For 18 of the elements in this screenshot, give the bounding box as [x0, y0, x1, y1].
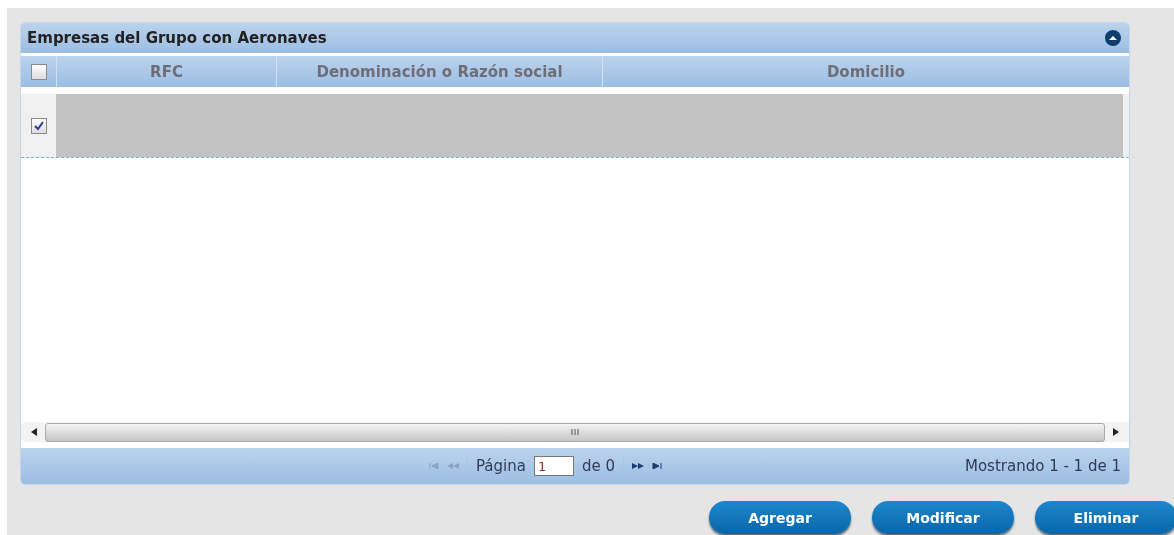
column-header[interactable]: Domicilio	[602, 56, 1129, 87]
scroll-left-icon[interactable]	[31, 428, 37, 436]
page-count: de 0	[581, 457, 615, 475]
action-button[interactable]: Modificar	[872, 501, 1014, 534]
record-count: Mostrando 1 - 1 de 1	[965, 457, 1121, 475]
action-button[interactable]: Agregar	[709, 501, 851, 534]
row-checkbox[interactable]	[30, 117, 47, 134]
select-all-checkbox[interactable]	[30, 63, 47, 80]
last-page-icon[interactable]	[652, 463, 662, 469]
collapse-icon[interactable]	[1105, 30, 1121, 46]
column-header[interactable]: RFC	[56, 56, 276, 87]
column-header[interactable]: Denominación o Razón social	[276, 56, 602, 87]
action-button[interactable]: Eliminar	[1035, 501, 1174, 534]
page-label: Página	[476, 457, 526, 475]
panel-title: Empresas del Grupo con Aeronaves	[27, 29, 327, 47]
scroll-right-icon[interactable]	[1113, 428, 1119, 436]
page-input[interactable]: 1	[533, 456, 574, 476]
next-page-icon[interactable]	[632, 463, 644, 469]
